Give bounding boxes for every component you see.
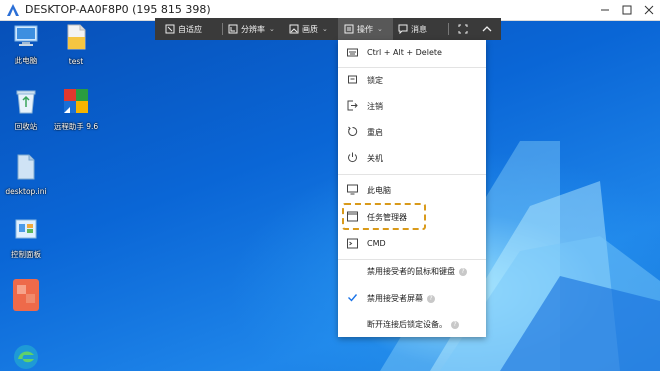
keyboard-icon <box>347 48 358 57</box>
quality-button[interactable]: 画质 ⌄ <box>289 18 328 40</box>
edge-icon <box>14 345 38 369</box>
menu-item-lock[interactable]: 锁定 <box>338 69 486 91</box>
menu-item-ctrl-alt-delete[interactable]: Ctrl + Alt + Delete <box>338 42 486 64</box>
chevron-down-icon: ⌄ <box>269 25 275 33</box>
file-icon <box>17 154 35 180</box>
message-icon <box>398 24 408 34</box>
power-icon <box>348 152 357 163</box>
this-pc-icon <box>14 25 38 46</box>
recycle-bin-icon <box>16 90 36 114</box>
menu-item-label: 关机 <box>367 154 383 163</box>
menu-item-label: CMD <box>367 239 386 248</box>
menu-item-cmd[interactable]: CMD <box>338 233 486 255</box>
desktop-icon-label: desktop.ini <box>5 187 47 196</box>
control-panel-icon <box>15 219 37 239</box>
desktop-icon-control-panel[interactable]: 控制面板 <box>0 217 56 260</box>
desktop-icon-label: 远程助手 9.6 <box>53 122 99 131</box>
menu-item-lock-after-disconnect[interactable]: 断开连接后锁定设备。? <box>338 313 486 335</box>
menu-item-label: 注销 <box>367 102 383 111</box>
quality-label: 画质 <box>302 24 318 34</box>
chevron-down-icon: ⌄ <box>322 25 328 33</box>
remote-desktop[interactable]: 此电脑 test 回收站 远程助手 9.6 desktop.ini 控制面板 <box>0 21 660 371</box>
toolbar-divider <box>448 23 449 35</box>
adapt-label: 自适应 <box>178 24 202 34</box>
operation-icon <box>344 24 354 34</box>
resolution-button[interactable]: 分辨率 ⌄ <box>228 18 275 40</box>
operation-label: 操作 <box>357 24 373 34</box>
logout-icon <box>347 100 358 111</box>
folder-icon <box>67 24 86 50</box>
app-logo-icon <box>7 4 19 16</box>
remote-assistant-icon <box>64 89 88 113</box>
close-icon <box>644 5 654 15</box>
wallpaper-light-beams <box>380 141 660 371</box>
help-icon[interactable]: ? <box>451 320 459 329</box>
menu-item-label: 禁用接受者屏幕? <box>367 293 435 304</box>
desktop-icon-label: test <box>68 57 84 66</box>
menu-item-disable-input[interactable]: 禁用接受者的鼠标和键盘? <box>338 260 486 282</box>
menu-item-label: Ctrl + Alt + Delete <box>367 48 442 57</box>
menu-item-label: 此电脑 <box>367 186 391 195</box>
menu-item-restart[interactable]: 重启 <box>338 121 486 143</box>
fit-screen-icon <box>165 24 175 34</box>
menu-item-label: 禁用接受者的鼠标和键盘? <box>367 266 467 277</box>
operation-menu: Ctrl + Alt + Delete 锁定 注销 重启 关机 此电脑 任务管理… <box>338 40 486 337</box>
menu-item-logout[interactable]: 注销 <box>338 95 486 117</box>
checkmark-icon <box>348 294 358 302</box>
collapse-toolbar-button[interactable] <box>482 18 495 40</box>
maximize-icon <box>622 5 632 15</box>
adapt-button[interactable]: 自适应 <box>165 18 202 40</box>
menu-divider <box>338 67 486 68</box>
minimize-icon <box>601 9 609 11</box>
resolution-icon <box>228 24 238 34</box>
help-icon[interactable]: ? <box>459 267 467 276</box>
desktop-icon-label: 控制面板 <box>11 250 41 259</box>
menu-item-label: 锁定 <box>367 76 383 85</box>
chevron-down-icon: ⌄ <box>377 25 383 33</box>
lock-icon <box>348 75 357 84</box>
desktop-icon-desktop-ini[interactable]: desktop.ini <box>0 153 56 196</box>
menu-item-label: 断开连接后锁定设备。? <box>367 319 459 330</box>
minimize-button[interactable] <box>597 2 613 18</box>
maximize-button[interactable] <box>619 2 635 18</box>
desktop-icon-remote-assistant[interactable]: 远程助手 9.6 <box>46 87 106 132</box>
blurred-app-icon <box>13 279 39 311</box>
menu-item-this-pc[interactable]: 此电脑 <box>338 179 486 201</box>
fullscreen-button[interactable] <box>458 18 471 40</box>
menu-item-label: 重启 <box>367 128 383 137</box>
help-icon[interactable]: ? <box>427 294 435 303</box>
message-button[interactable]: 消息 <box>398 18 427 40</box>
image-quality-icon <box>289 24 299 34</box>
task-manager-highlight <box>342 203 426 230</box>
monitor-icon <box>347 184 358 195</box>
close-button[interactable] <box>641 2 657 18</box>
menu-item-shutdown[interactable]: 关机 <box>338 147 486 169</box>
remote-toolbar: 自适应 分辨率 ⌄ 画质 ⌄ 操作 ⌄ 消息 <box>155 18 501 40</box>
terminal-icon <box>347 238 358 249</box>
chevron-up-icon <box>482 26 492 32</box>
fullscreen-icon <box>458 24 468 34</box>
operation-button[interactable]: 操作 ⌄ <box>338 18 393 40</box>
restart-icon <box>348 126 358 136</box>
desktop-icon-edge[interactable] <box>0 343 56 371</box>
toolbar-divider <box>222 23 223 35</box>
desktop-icon-blurred-app[interactable] <box>0 277 56 317</box>
menu-divider <box>338 174 486 175</box>
desktop-icon-test[interactable]: test <box>46 23 106 66</box>
window-title: DESKTOP-AA0F8P0 (195 815 398) <box>25 3 211 16</box>
resolution-label: 分辨率 <box>241 24 265 34</box>
menu-item-disable-screen[interactable]: 禁用接受者屏幕? <box>338 287 486 309</box>
message-label: 消息 <box>411 24 427 34</box>
